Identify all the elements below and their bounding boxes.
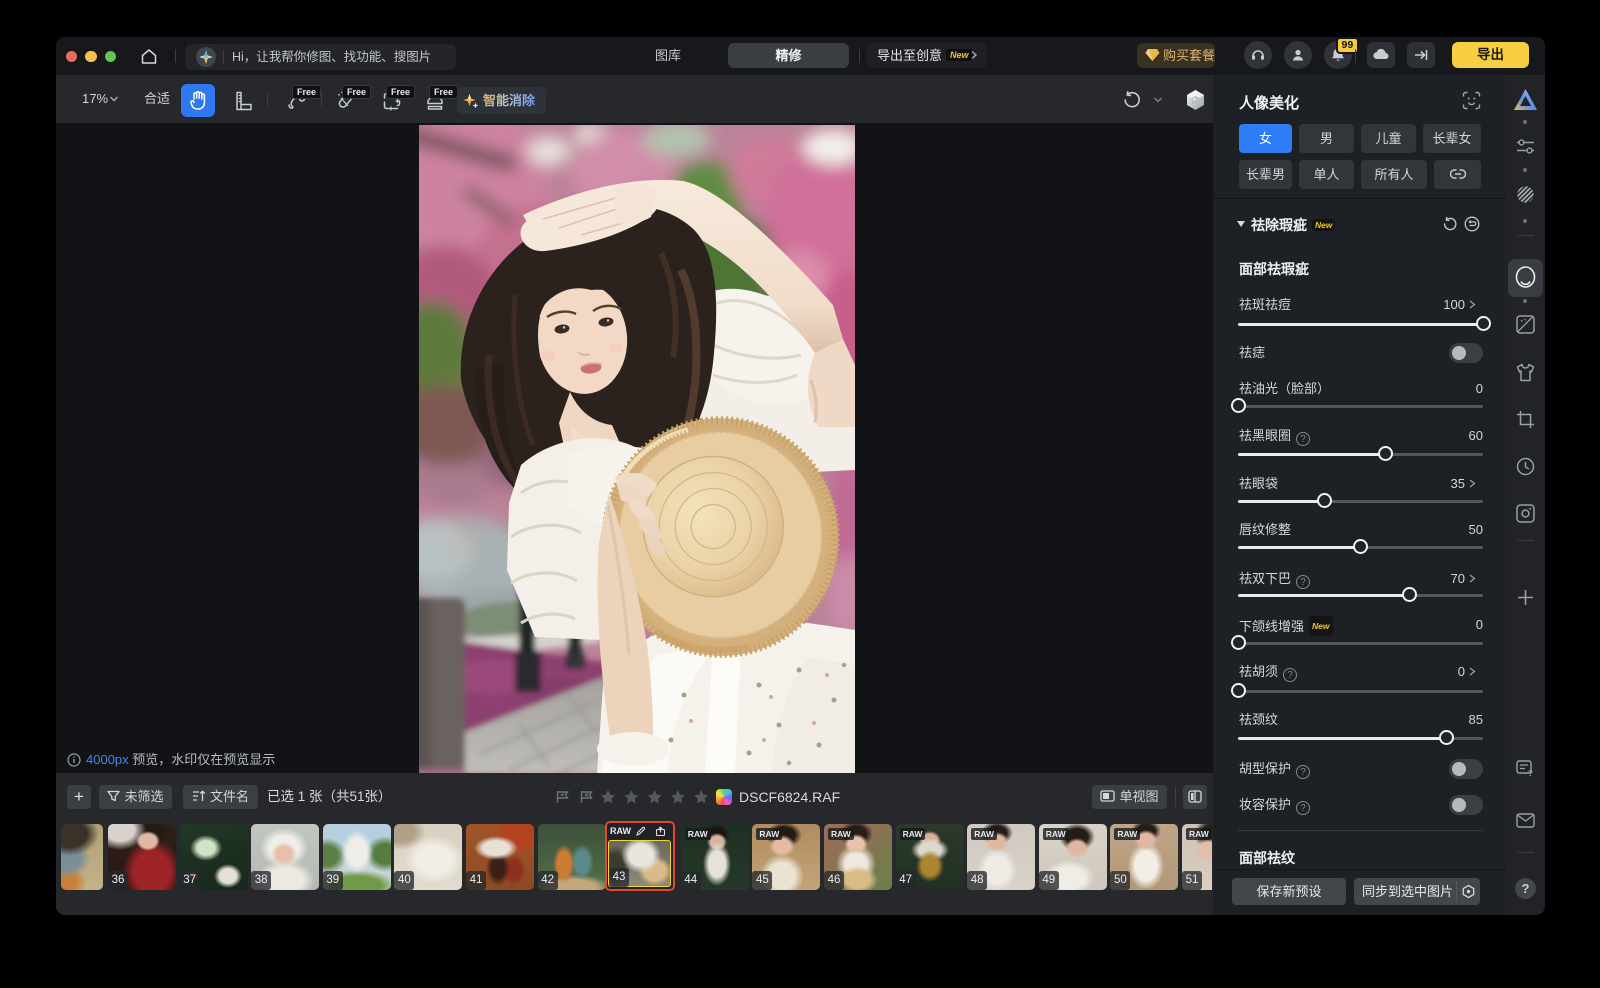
svg-text:?: ? <box>1528 769 1533 777</box>
